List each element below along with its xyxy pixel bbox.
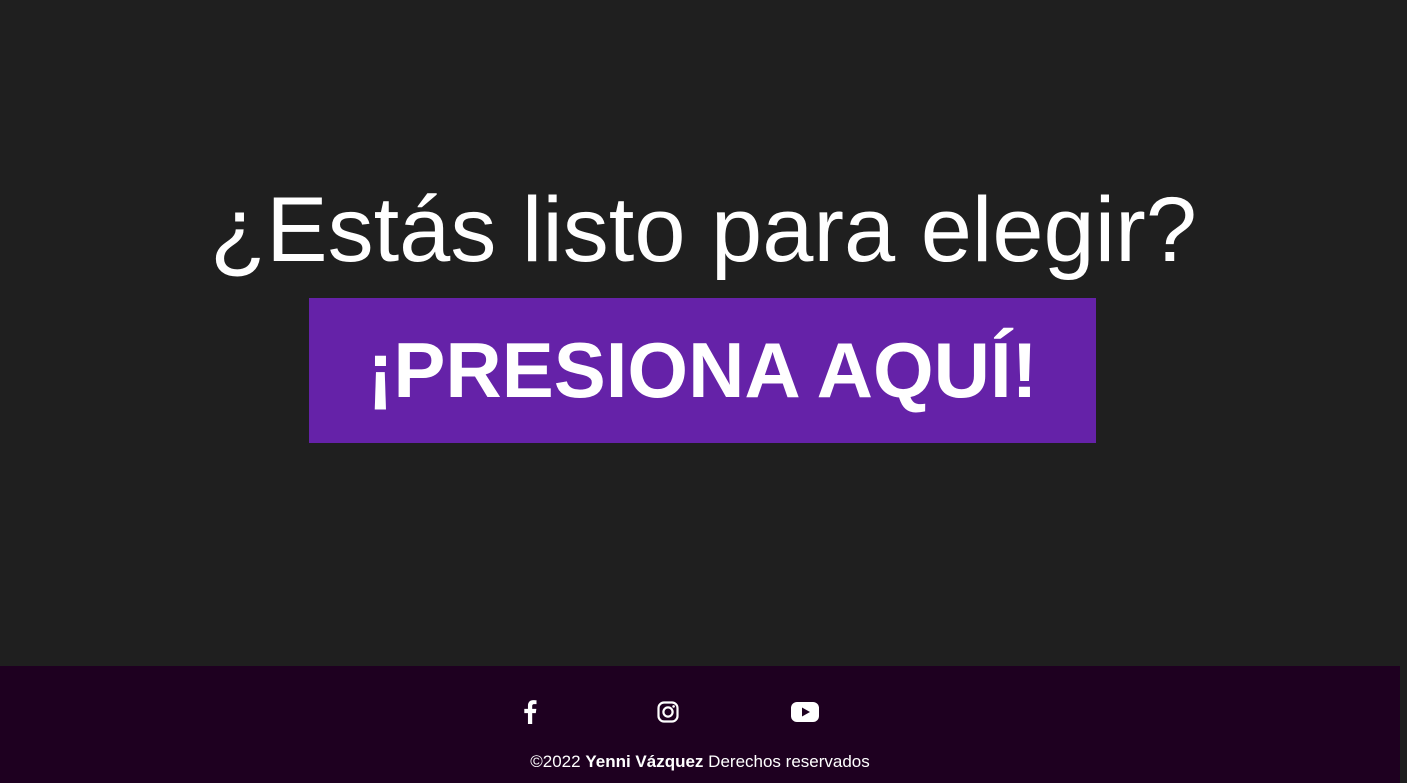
page: ¿Estás listo para elegir? ¡PRESIONA AQUÍ… — [0, 0, 1407, 783]
hero-headline: ¿Estás listo para elegir? — [210, 179, 1197, 281]
copyright-text: ©2022 Yenni Vázquez Derechos reservados — [0, 752, 1400, 772]
hero-section: ¿Estás listo para elegir? ¡PRESIONA AQUÍ… — [0, 0, 1407, 666]
copyright-year: ©2022 — [530, 752, 581, 771]
footer: ©2022 Yenni Vázquez Derechos reservados — [0, 666, 1400, 783]
cta-button[interactable]: ¡PRESIONA AQUÍ! — [309, 298, 1096, 443]
facebook-link[interactable] — [510, 700, 550, 724]
youtube-icon — [791, 702, 819, 722]
instagram-icon — [657, 701, 679, 723]
page-edge — [1400, 0, 1407, 783]
facebook-icon — [524, 700, 537, 724]
copyright-owner: Yenni Vázquez — [585, 752, 704, 771]
instagram-link[interactable] — [648, 700, 688, 724]
copyright-rights: Derechos reservados — [708, 752, 870, 771]
youtube-link[interactable] — [785, 700, 825, 724]
